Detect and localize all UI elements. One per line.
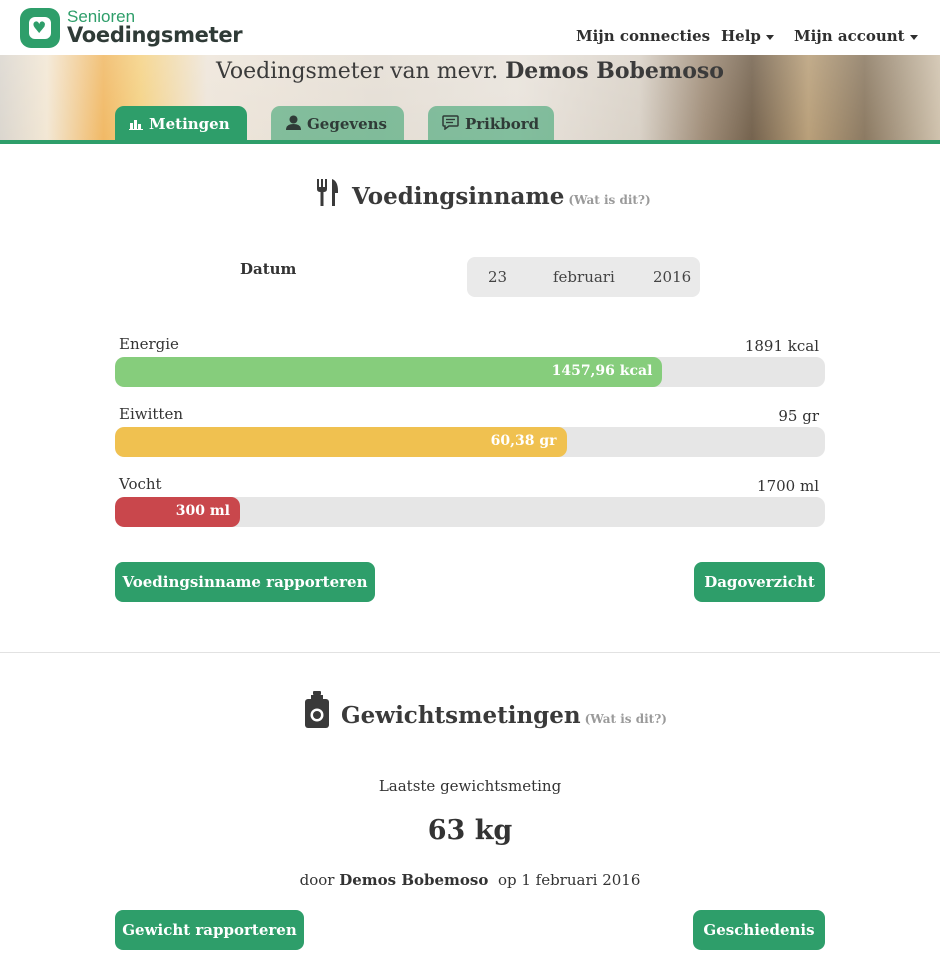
date-day[interactable]: 23 bbox=[488, 268, 507, 286]
history-button[interactable]: Geschiedenis bbox=[693, 910, 825, 950]
bar-chart-icon bbox=[129, 107, 143, 144]
tab-metingen[interactable]: Metingen bbox=[115, 106, 247, 143]
fluid-bar-fill: 300 ml bbox=[115, 497, 240, 527]
weight-value: 63 kg bbox=[427, 815, 513, 846]
nav-account[interactable]: Mijn account bbox=[794, 27, 918, 45]
energy-bar: 1457,96 kcal bbox=[115, 357, 825, 387]
chat-icon bbox=[442, 107, 459, 144]
tab-gegevens[interactable]: Gegevens bbox=[271, 106, 404, 143]
date-year[interactable]: 2016 bbox=[653, 268, 691, 286]
weight-by-name: Demos Bobemoso bbox=[339, 871, 489, 889]
brand-title[interactable]: Voedingsmeter bbox=[67, 23, 243, 47]
report-weight-button[interactable]: Gewicht rapporteren bbox=[115, 910, 304, 950]
logo-icon[interactable]: ♥ bbox=[20, 8, 60, 48]
tab-prikbord-label: Prikbord bbox=[465, 115, 540, 133]
intake-title-text: Voedingsinname bbox=[352, 183, 565, 210]
weight-by-date: op 1 februari 2016 bbox=[497, 871, 641, 889]
top-bar: ♥ Senioren Voedingsmeter Mijn connecties… bbox=[0, 0, 940, 55]
fluid-max: 1700 ml bbox=[757, 477, 819, 495]
weight-help-link[interactable]: (Wat is dit?) bbox=[585, 712, 667, 726]
tab-underline bbox=[0, 140, 940, 144]
energy-value: 1457,96 kcal bbox=[551, 363, 653, 379]
tab-prikbord[interactable]: Prikbord bbox=[428, 106, 554, 143]
fluid-value: 300 ml bbox=[175, 503, 230, 519]
last-weight-label: Laatste gewichtsmeting bbox=[378, 777, 562, 795]
nav-connections-label: Mijn connecties bbox=[576, 27, 711, 45]
caret-down-icon bbox=[765, 34, 774, 40]
energy-max: 1891 kcal bbox=[744, 337, 819, 355]
intake-title: Voedingsinname (Wat is dit?) bbox=[352, 183, 651, 210]
nav-help[interactable]: Help bbox=[721, 27, 774, 45]
energy-label: Energie bbox=[119, 335, 179, 353]
tab-gegevens-label: Gegevens bbox=[307, 115, 387, 133]
weight-by-prefix: door bbox=[299, 871, 335, 889]
report-intake-button[interactable]: Voedingsinname rapporteren bbox=[115, 562, 375, 602]
protein-value: 60,38 gr bbox=[490, 433, 557, 449]
fluid-bar: 300 ml bbox=[115, 497, 825, 527]
intake-help-link[interactable]: (Wat is dit?) bbox=[568, 193, 650, 207]
section-divider bbox=[0, 652, 940, 653]
caret-down-icon bbox=[909, 34, 918, 40]
nav-connections[interactable]: Mijn connecties bbox=[576, 27, 710, 45]
date-picker[interactable]: 23 februari 2016 bbox=[467, 257, 700, 297]
banner-prefix: Voedingsmeter van mevr. bbox=[216, 59, 499, 84]
protein-label: Eiwitten bbox=[119, 405, 183, 423]
protein-bar: 60,38 gr bbox=[115, 427, 825, 457]
protein-bar-fill: 60,38 gr bbox=[115, 427, 567, 457]
date-label: Datum bbox=[240, 260, 297, 278]
user-icon bbox=[286, 107, 301, 144]
weight-meta: door Demos Bobemoso op 1 februari 2016 bbox=[0, 871, 940, 889]
weight-icon bbox=[304, 691, 330, 733]
weight-title: Gewichtsmetingen (Wat is dit?) bbox=[341, 702, 667, 729]
tab-metingen-label: Metingen bbox=[149, 115, 230, 133]
utensils-icon bbox=[316, 179, 340, 211]
banner-name: Demos Bobemoso bbox=[505, 58, 724, 84]
nav-account-label: Mijn account bbox=[794, 27, 905, 45]
date-month[interactable]: februari bbox=[553, 268, 615, 286]
nav-help-label: Help bbox=[721, 27, 761, 45]
weight-title-text: Gewichtsmetingen bbox=[341, 702, 581, 729]
energy-bar-fill: 1457,96 kcal bbox=[115, 357, 663, 387]
protein-max: 95 gr bbox=[778, 407, 819, 425]
banner-title: Voedingsmeter van mevr. Demos Bobemoso bbox=[0, 58, 940, 84]
day-overview-button[interactable]: Dagoverzicht bbox=[694, 562, 825, 602]
fluid-label: Vocht bbox=[119, 475, 162, 493]
